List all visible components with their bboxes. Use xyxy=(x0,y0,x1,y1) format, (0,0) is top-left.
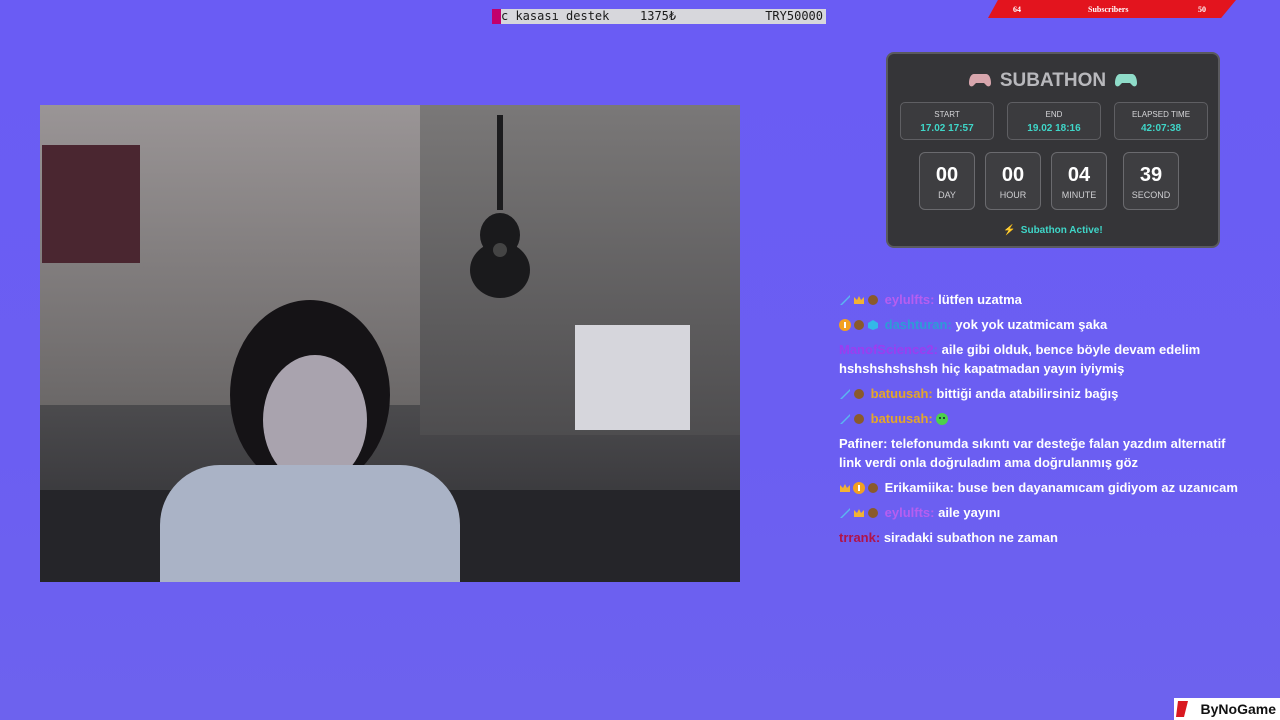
countdown-value: 00 xyxy=(1001,164,1025,186)
chat-overlay: eylulfts: lütfen uzatma dashturan: yok y… xyxy=(839,290,1249,553)
chat-text: aile yayını xyxy=(938,505,1001,520)
countdown-hour: 00 HOUR xyxy=(985,152,1041,210)
chat-message: batuusah: xyxy=(839,409,1249,428)
status-text: Subathon Active! xyxy=(1020,225,1103,236)
countdown-value: 04 xyxy=(1067,164,1091,186)
one-badge-icon xyxy=(839,317,851,331)
countdown-unit: SECOND xyxy=(1131,190,1171,200)
countdown-value: 39 xyxy=(1139,164,1163,186)
countdown-unit: MINUTE xyxy=(1061,190,1097,200)
sword-icon xyxy=(839,411,851,424)
start-value: 17.02 17:57 xyxy=(920,123,974,134)
subs-current: 64 xyxy=(1013,5,1021,14)
donation-goal-bar: c kasası destek 1375₺ TRY50000 xyxy=(492,9,826,24)
one-badge-icon xyxy=(853,480,865,494)
chat-message: eylulfts: lütfen uzatma xyxy=(839,290,1249,309)
chat-username: eylulfts: xyxy=(884,292,935,307)
chat-username: batuusah: xyxy=(870,411,933,426)
chat-username: dashturan: xyxy=(884,317,952,332)
subs-goal: 50 xyxy=(1198,5,1206,14)
goal-name: c kasası destek xyxy=(501,9,610,23)
chat-message: trrank: siradaki subathon ne zaman xyxy=(839,528,1249,547)
subathon-header: SUBATHON xyxy=(888,70,1218,92)
bynogame-logo-icon xyxy=(1176,701,1188,717)
start-label: START xyxy=(934,110,960,119)
blanket xyxy=(160,465,460,582)
countdown-unit: DAY xyxy=(938,190,956,200)
countdown-unit: HOUR xyxy=(999,190,1027,200)
end-label: END xyxy=(1045,110,1063,119)
countdown-value: 00 xyxy=(935,164,959,186)
chat-message: ManofScience2: aile gibi olduk, bence bö… xyxy=(839,340,1249,378)
chat-text: lütfen uzatma xyxy=(938,292,1022,307)
crown-icon xyxy=(853,505,865,517)
radiator xyxy=(575,325,690,430)
start-box: START 17.02 17:57 xyxy=(900,102,994,140)
chat-message: eylulfts: aile yayını xyxy=(839,503,1249,522)
end-value: 19.02 18:16 xyxy=(1027,123,1081,134)
chat-username: trrank: xyxy=(839,530,881,545)
webcam-feed xyxy=(40,105,740,582)
watermark-text: ByNoGame xyxy=(1200,701,1276,717)
chat-username: eylulfts: xyxy=(884,505,935,520)
end-box: END 19.02 18:16 xyxy=(1007,102,1101,140)
cube-icon xyxy=(867,317,879,330)
subathon-status: ⚡ Subathon Active! xyxy=(888,225,1218,236)
crown-icon xyxy=(839,480,851,492)
medal-icon xyxy=(867,292,879,305)
bynogame-watermark: ByNoGame xyxy=(1174,698,1280,720)
chat-username: batuusah: xyxy=(870,386,933,401)
chat-message: dashturan: yok yok uzatmicam şaka xyxy=(839,315,1249,334)
chat-text: telefonumda sıkıntı var desteğe falan ya… xyxy=(839,436,1226,470)
sword-icon xyxy=(839,386,851,399)
medal-icon xyxy=(853,386,865,399)
chat-username: Pafiner: xyxy=(839,436,888,451)
subs-label: Subscribers xyxy=(1088,5,1129,14)
guitar-image xyxy=(470,115,530,298)
chat-message: batuusah: bittiği anda atabilirsiniz bağ… xyxy=(839,384,1249,403)
medal-icon xyxy=(853,317,865,330)
goal-amount: 1375₺ xyxy=(640,9,677,23)
chat-username: Erikamiika: xyxy=(884,480,954,495)
green-emote-icon xyxy=(936,411,949,425)
chat-message: Pafiner: telefonumda sıkıntı var desteğe… xyxy=(839,434,1249,472)
elapsed-box: ELAPSED TIME 42:07:38 xyxy=(1114,102,1208,140)
chat-text: siradaki subathon ne zaman xyxy=(883,530,1058,545)
countdown-day: 00 DAY xyxy=(919,152,975,210)
gamepad-icon xyxy=(1115,74,1138,87)
wall-poster xyxy=(42,145,140,263)
subathon-panel: SUBATHON START 17.02 17:57 END 19.02 18:… xyxy=(886,52,1220,248)
countdown-minute: 04 MINUTE xyxy=(1051,152,1107,210)
crown-icon xyxy=(853,292,865,304)
medal-icon xyxy=(853,411,865,424)
chat-text: bittiği anda atabilirsiniz bağış xyxy=(936,386,1119,401)
elapsed-label: ELAPSED TIME xyxy=(1131,110,1191,119)
countdown-second: 39 SECOND xyxy=(1123,152,1179,210)
chat-text: yok yok uzatmicam şaka xyxy=(955,317,1108,332)
lightning-icon: ⚡ xyxy=(1003,225,1016,236)
sword-icon xyxy=(839,505,851,518)
chat-message: Erikamiika: buse ben dayanamıcam gidiyom… xyxy=(839,478,1249,497)
medal-icon xyxy=(867,505,879,518)
medal-icon xyxy=(867,480,879,493)
goal-progress-fill xyxy=(492,9,502,24)
subscriber-counter: 64 Subscribers 50 xyxy=(988,0,1236,18)
elapsed-value: 42:07:38 xyxy=(1140,123,1182,134)
chat-text: buse ben dayanamıcam gidiyom az uzanıcam xyxy=(957,480,1238,495)
goal-target: TRY50000 xyxy=(765,9,823,23)
chat-username: ManofScience2: xyxy=(839,342,938,357)
gamepad-icon xyxy=(968,74,991,87)
sword-icon xyxy=(839,292,851,305)
subathon-title: SUBATHON xyxy=(999,70,1107,91)
